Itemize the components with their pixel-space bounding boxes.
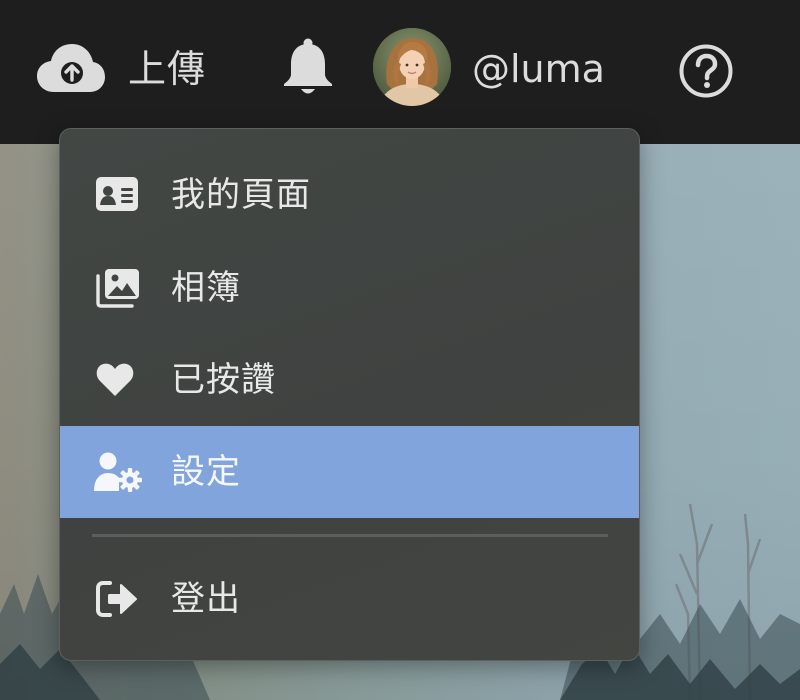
menu-item-albums[interactable]: 相簿 (60, 242, 639, 334)
photo-album-icon (94, 267, 140, 309)
menu-item-liked[interactable]: 已按讚 (60, 334, 639, 426)
question-circle-icon[interactable] (678, 43, 734, 103)
menu-divider (92, 534, 608, 537)
upload-button[interactable]: 上傳 (128, 44, 206, 94)
menu-item-label: 設定 (171, 452, 241, 492)
user-gear-icon (94, 451, 142, 493)
menu-item-label: 我的頁面 (171, 175, 311, 215)
menu-item-label: 登出 (171, 579, 241, 619)
logout-icon (94, 578, 140, 620)
bell-icon[interactable] (282, 38, 334, 100)
menu-item-settings[interactable]: 設定 (60, 426, 639, 518)
menu-item-logout[interactable]: 登出 (60, 553, 639, 645)
menu-item-my-page[interactable]: 我的頁面 (60, 149, 639, 241)
menu-item-label: 已按讚 (171, 360, 276, 400)
user-avatar[interactable] (373, 28, 451, 106)
username-label[interactable]: @luma (472, 44, 605, 94)
heart-icon (94, 359, 140, 401)
top-navigation-bar: 上傳 @luma (0, 0, 800, 144)
cloud-upload-icon[interactable] (36, 42, 106, 98)
menu-item-label: 相簿 (171, 268, 241, 308)
id-card-icon (94, 174, 140, 216)
user-dropdown-menu: 我的頁面 相簿 已按讚 設定 登出 (59, 128, 640, 661)
